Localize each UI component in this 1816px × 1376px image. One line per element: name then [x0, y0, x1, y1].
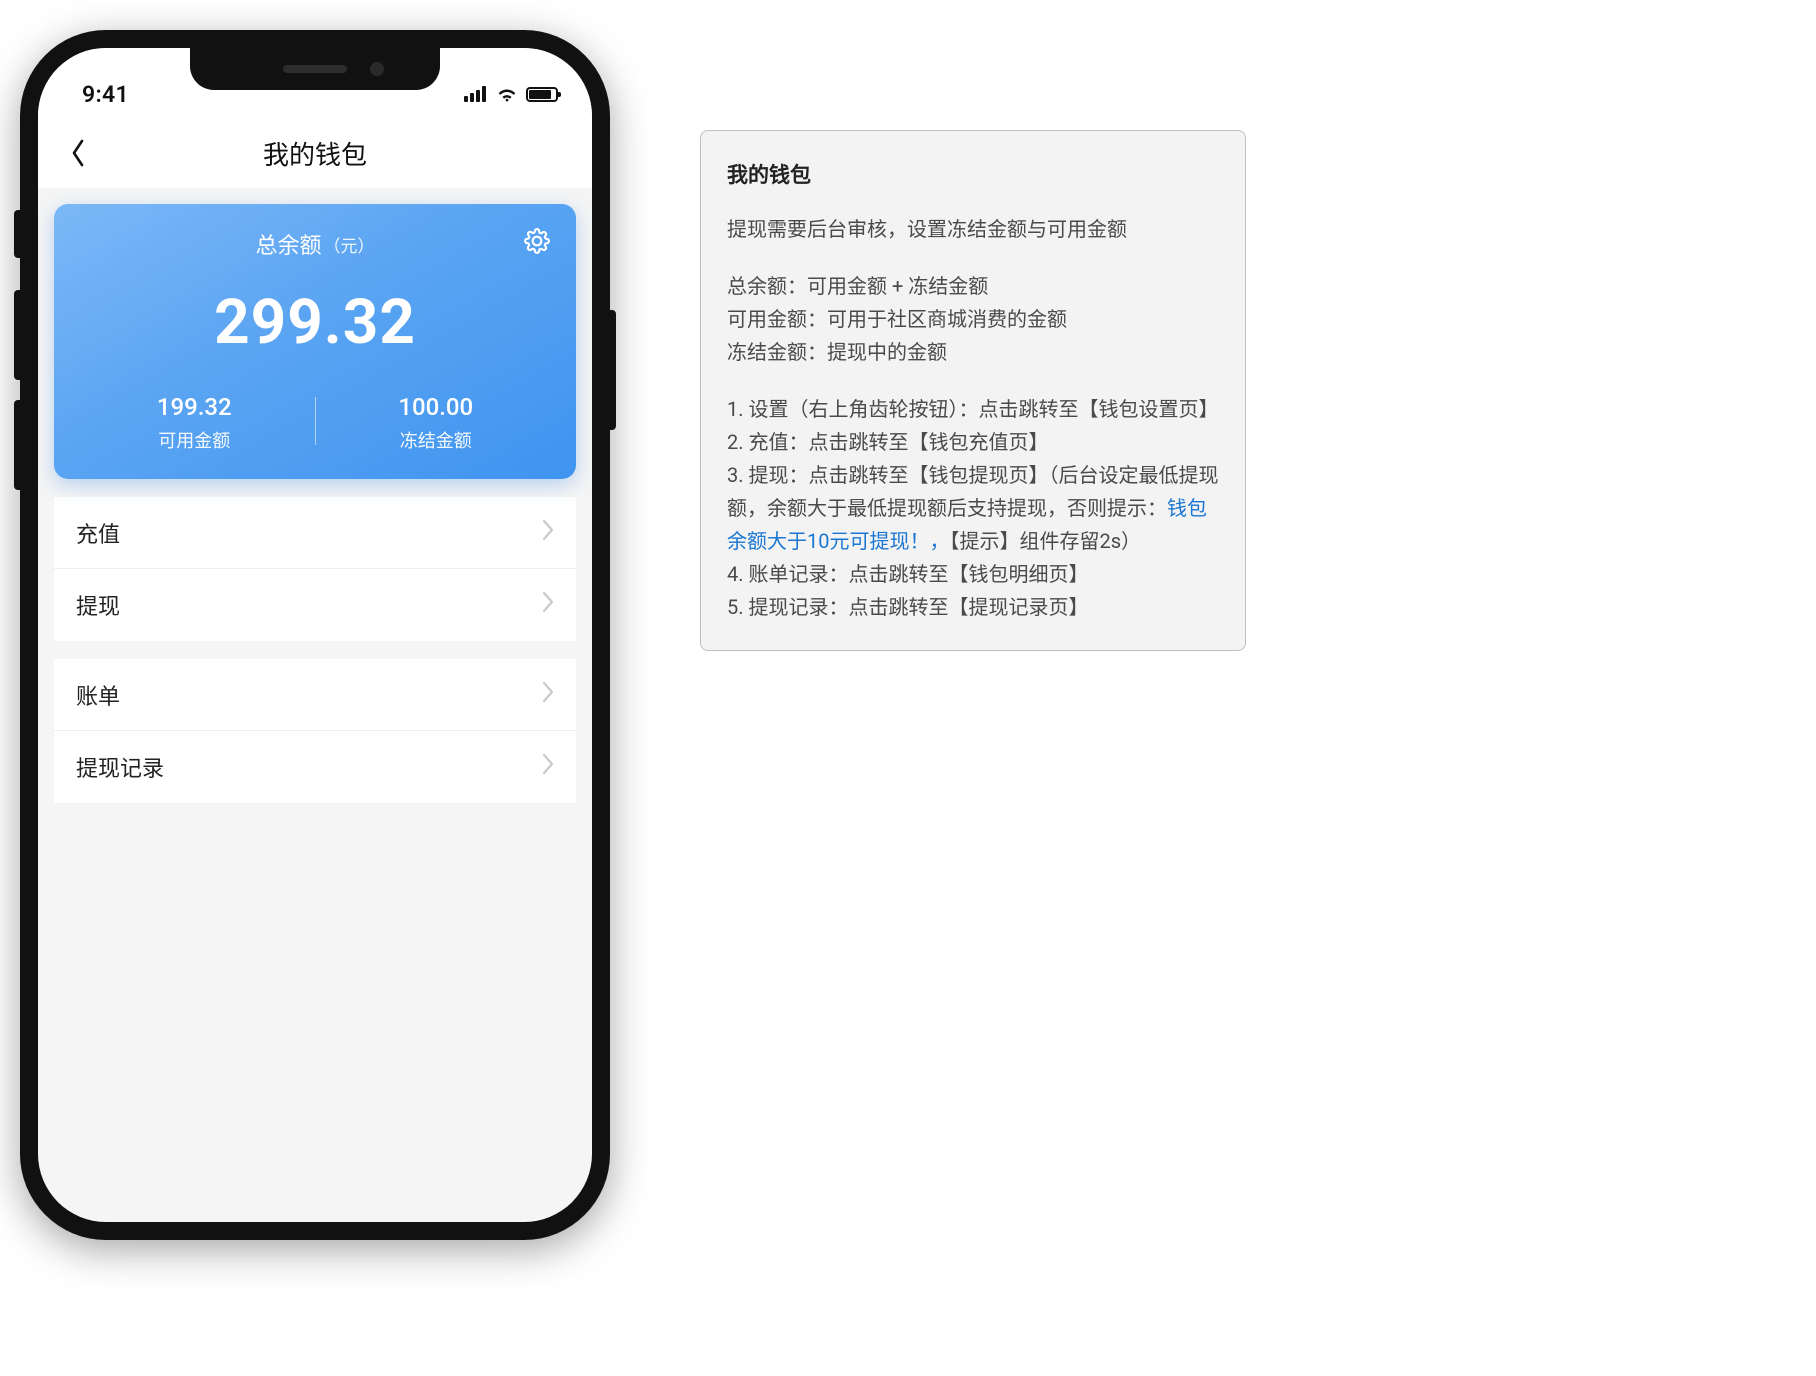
available-value: 199.32	[74, 393, 315, 421]
chevron-right-icon	[542, 591, 554, 619]
note-steps: 1. 设置（右上角齿轮按钮）：点击跳转至【钱包设置页】 2. 充值：点击跳转至【…	[727, 393, 1219, 624]
available-label: 可用金额	[74, 427, 315, 453]
menu-item-withdraw[interactable]: 提现	[54, 569, 576, 641]
menu-item-recharge[interactable]: 充值	[54, 497, 576, 569]
chevron-right-icon	[542, 681, 554, 709]
chevron-right-icon	[542, 753, 554, 781]
gear-icon	[524, 228, 550, 254]
phone-notch	[190, 48, 440, 90]
note-step: 1. 设置（右上角齿轮按钮）：点击跳转至【钱包设置页】	[727, 393, 1219, 426]
status-icons	[464, 86, 558, 102]
menu-item-withdraw-record[interactable]: 提现记录	[54, 731, 576, 803]
frozen-value: 100.00	[316, 393, 557, 421]
chevron-right-icon	[542, 519, 554, 547]
menu-item-label: 充值	[76, 517, 120, 549]
note-step-text: 3. 提现：点击跳转至【钱包提现页】（后台设定最低提现额，余额大于最低提现额后支…	[727, 463, 1218, 520]
menu-item-bill[interactable]: 账单	[54, 659, 576, 731]
note-def-line: 总余额：可用金额 + 冻结金额	[727, 270, 1219, 303]
note-step: 3. 提现：点击跳转至【钱包提现页】（后台设定最低提现额，余额大于最低提现额后支…	[727, 459, 1219, 558]
note-step: 5. 提现记录：点击跳转至【提现记录页】	[727, 591, 1219, 624]
frozen-balance: 100.00 冻结金额	[316, 393, 557, 453]
annotation-card: 我的钱包 提现需要后台审核，设置冻结金额与可用金额 总余额：可用金额 + 冻结金…	[700, 130, 1246, 651]
nav-bar: 我的钱包	[38, 118, 592, 188]
note-definitions: 总余额：可用金额 + 冻结金额 可用金额：可用于社区商城消费的金额 冻结金额：提…	[727, 270, 1219, 369]
note-def-line: 冻结金额：提现中的金额	[727, 336, 1219, 369]
note-def-line: 可用金额：可用于社区商城消费的金额	[727, 303, 1219, 336]
total-balance-amount: 299.32	[74, 286, 556, 359]
page-title: 我的钱包	[38, 135, 592, 172]
wifi-icon	[496, 86, 518, 102]
available-balance: 199.32 可用金额	[74, 393, 315, 453]
note-step-text: 【提示】组件存留2s）	[949, 529, 1141, 553]
total-balance-label: 总余额	[255, 228, 321, 260]
menu-item-label: 账单	[76, 679, 120, 711]
menu-item-label: 提现记录	[76, 751, 164, 783]
phone-frame: 9:41 我的钱包 总余额	[20, 30, 610, 1240]
status-time: 9:41	[72, 81, 129, 108]
phone-screen: 9:41 我的钱包 总余额	[38, 48, 592, 1222]
cellular-icon	[464, 86, 488, 102]
balance-card: 总余额 （元） 299.32 199.32 可用金	[54, 204, 576, 479]
note-step: 2. 充值：点击跳转至【钱包充值页】	[727, 426, 1219, 459]
menu-item-label: 提现	[76, 589, 120, 621]
note-step: 4. 账单记录：点击跳转至【钱包明细页】	[727, 558, 1219, 591]
menu-group-1: 充值 提现	[54, 497, 576, 641]
settings-button[interactable]	[522, 226, 552, 256]
menu-group-2: 账单 提现记录	[54, 659, 576, 803]
note-intro: 提现需要后台审核，设置冻结金额与可用金额	[727, 213, 1219, 246]
total-balance-unit: （元）	[324, 232, 375, 257]
frozen-label: 冻结金额	[316, 427, 557, 453]
back-button[interactable]	[60, 135, 96, 171]
note-title: 我的钱包	[727, 159, 1219, 189]
battery-icon	[526, 87, 558, 102]
